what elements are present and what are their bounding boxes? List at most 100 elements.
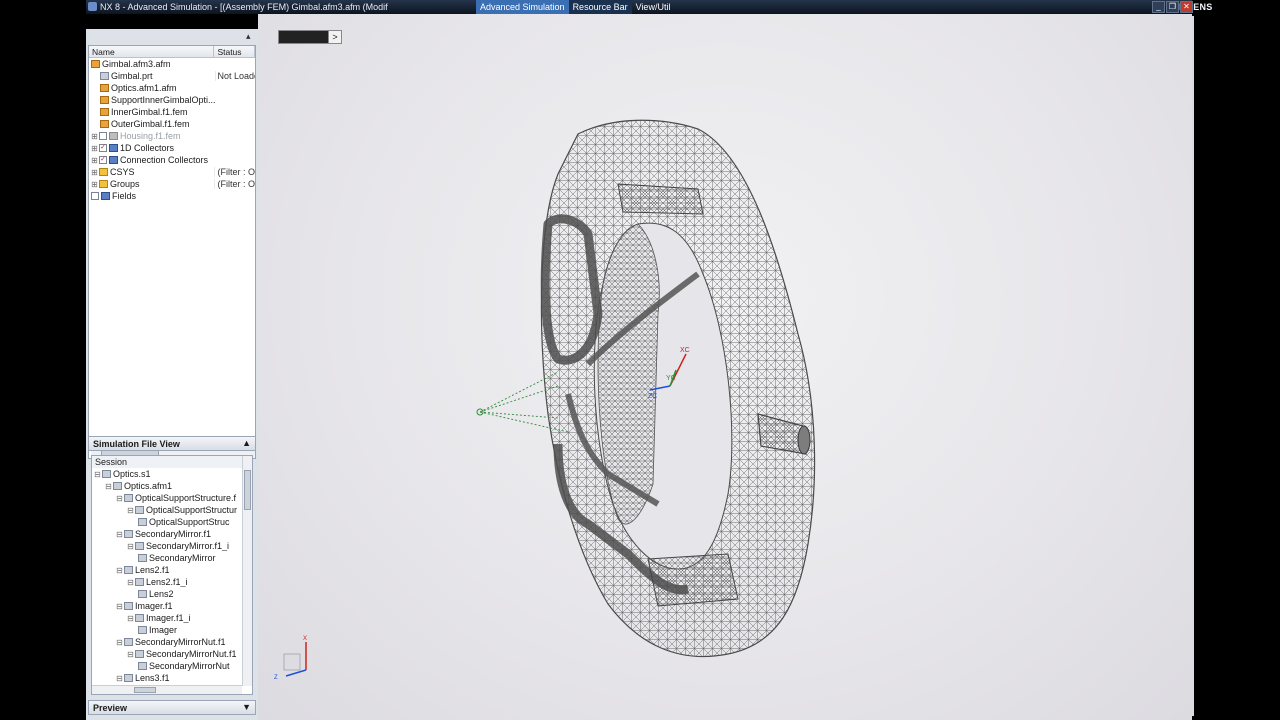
simulation-file-tree: Session ⊟ Optics.s1 ⊟ Optics.afm1 ⊟ OpticalSu… [91,455,253,695]
sim-row[interactable]: OpticalSupportStruc [92,516,252,528]
sim-file-view-title: Simulation File View [93,439,180,449]
sim-row-label: Imager.f1 [135,601,173,611]
expand-icon[interactable]: ⊞ [91,180,98,189]
sim-node-icon [113,482,122,490]
navigator-row[interactable]: Gimbal.prt Not Loade [89,70,255,82]
close-button[interactable]: ✕ [1180,1,1193,13]
session-row[interactable]: Session [92,456,252,468]
sim-row[interactable]: ⊟ Lens2.f1 [92,564,252,576]
collapse-icon[interactable]: ⊟ [116,638,123,647]
collapse-icon[interactable]: ⊟ [116,530,123,539]
expand-icon[interactable]: ⊞ [91,168,98,177]
navigator-row-label: InnerGimbal.f1.fem [111,107,188,117]
collapse-icon[interactable]: ⊟ [127,614,134,623]
chevron-up-icon[interactable]: ▲ [242,438,251,448]
navigator-row[interactable]: Gimbal.afm3.afm [89,58,255,70]
collapse-icon[interactable]: ⊟ [127,506,134,515]
collapse-icon[interactable]: ⊟ [116,674,123,683]
collapse-icon[interactable]: ⊟ [127,542,134,551]
doc-icon [100,84,109,92]
sim-row[interactable]: SecondaryMirror [92,552,252,564]
navigator-row-label: Housing.f1.fem [120,131,181,141]
tab-view-util[interactable]: View/Util [632,0,675,14]
sim-vscrollbar[interactable] [242,456,252,686]
panel-pin-icon[interactable]: ▴ [246,31,251,42]
navigator-row[interactable]: Optics.afm1.afm [89,82,255,94]
sim-row[interactable]: ⊟ SecondaryMirrorNut.f1 [92,648,252,660]
tab-advanced-simulation[interactable]: Advanced Simulation [476,0,569,14]
expand-icon[interactable]: ⊞ [91,144,98,153]
sim-row[interactable]: ⊟ Optics.s1 [92,468,252,480]
column-status[interactable]: Status [214,46,255,57]
mesh-model[interactable]: XC YC ZC X Z [258,14,1192,720]
tab-resource-bar[interactable]: Resource Bar [568,0,632,14]
navigator-row[interactable]: ⊞ ✓ 1D Collectors [89,142,255,154]
sim-row[interactable]: ⊟ SecondaryMirror.f1 [92,528,252,540]
sim-row[interactable]: ⊟ Optics.afm1 [92,480,252,492]
sim-row[interactable]: ⊟ Lens3.f1 [92,672,252,684]
navigator-row-status: (Filter : Ol [214,179,255,189]
sim-row-label: Imager [149,625,178,635]
sim-row[interactable]: ⊟ Imager.f1_i [92,612,252,624]
navigator-row[interactable]: Fields [89,190,255,202]
collapse-icon[interactable]: ⊟ [127,650,134,659]
visibility-checkbox[interactable]: ✓ [99,144,107,152]
navigator-row-label: OuterGimbal.f1.fem [111,119,190,129]
collapse-icon[interactable]: ⊟ [105,482,112,491]
preview-header[interactable]: Preview ▼ [88,700,256,715]
sim-row[interactable]: ⊟ Imager.f1 [92,600,252,612]
sim-row[interactable]: ⊟ OpticalSupportStructure.f [92,492,252,504]
navigator-row-label: Gimbal.prt [111,71,153,81]
collapse-icon[interactable]: ⊟ [116,566,123,575]
sim-row[interactable]: SecondaryMirrorNut [92,660,252,672]
navigator-row[interactable]: ⊞ Groups (Filter : Ol [89,178,255,190]
sim-row-label: Lens2.f1_i [146,577,188,587]
sim-row[interactable]: ⊟ SecondaryMirror.f1_i [92,540,252,552]
expand-icon[interactable]: ⊞ [91,132,98,141]
chevron-down-icon[interactable]: ▼ [242,702,251,712]
navigator-row[interactable]: ⊞ CSYS (Filter : Ol [89,166,255,178]
sim-node-icon [124,602,133,610]
navigator-row[interactable]: ⊞ ✓ Connection Collectors [89,154,255,166]
session-label: Session [95,457,128,467]
navigator-row[interactable]: InnerGimbal.f1.fem [89,106,255,118]
graphics-viewport[interactable]: > XC YC ZC X Z [258,14,1192,720]
fold-icon [99,180,108,188]
expand-icon[interactable]: ⊞ [91,156,98,165]
sim-file-view-header[interactable]: Simulation File View ▲ [88,436,256,451]
sim-row[interactable]: Lens2 [92,588,252,600]
visibility-checkbox[interactable]: ✓ [99,156,107,164]
sim-row[interactable]: ⊟ Lens2.f1_i [92,576,252,588]
part-navigator: Name Status Gimbal.afm3.afm Gimbal.prt Not… [88,45,256,459]
sim-node-icon [135,578,144,586]
visibility-checkbox[interactable] [91,192,99,200]
navigator-row-status: Not Loade [214,71,255,81]
fold-icon [99,168,108,176]
sim-row-label: OpticalSupportStructur [146,505,238,515]
sim-row[interactable]: Imager [92,624,252,636]
navigator-row[interactable]: ⊞ Housing.f1.fem [89,130,255,142]
navigator-row-label: Connection Collectors [120,155,209,165]
navigator-row[interactable]: OuterGimbal.f1.fem [89,118,255,130]
window-title: NX 8 - Advanced Simulation - [(Assembly … [100,2,388,12]
blue-icon [101,192,110,200]
minimize-button[interactable]: _ [1152,1,1165,13]
collapse-icon[interactable]: ⊟ [116,494,123,503]
mini-triad-z-label: Z [274,675,278,681]
part-icon [100,72,109,80]
sim-row[interactable]: ⊟ OpticalSupportStructur [92,504,252,516]
visibility-checkbox[interactable] [99,132,107,140]
collapse-icon[interactable]: ⊟ [94,470,101,479]
restore-button[interactable]: ❐ [1166,1,1179,13]
nx-logo-icon [88,2,97,11]
sim-row[interactable]: ⊟ SecondaryMirrorNut.f1 [92,636,252,648]
navigator-row[interactable]: SupportInnerGimbalOpti... [89,94,255,106]
column-name[interactable]: Name [89,46,215,57]
collapse-icon[interactable]: ⊟ [116,602,123,611]
sim-row-label: SecondaryMirrorNut.f1 [135,637,226,647]
sim-row-label: SecondaryMirrorNut.f1 [146,649,237,659]
doc-icon [100,96,109,104]
navigator-row-label: Optics.afm1.afm [111,83,177,93]
sim-hscrollbar[interactable] [92,685,242,694]
collapse-icon[interactable]: ⊟ [127,578,134,587]
